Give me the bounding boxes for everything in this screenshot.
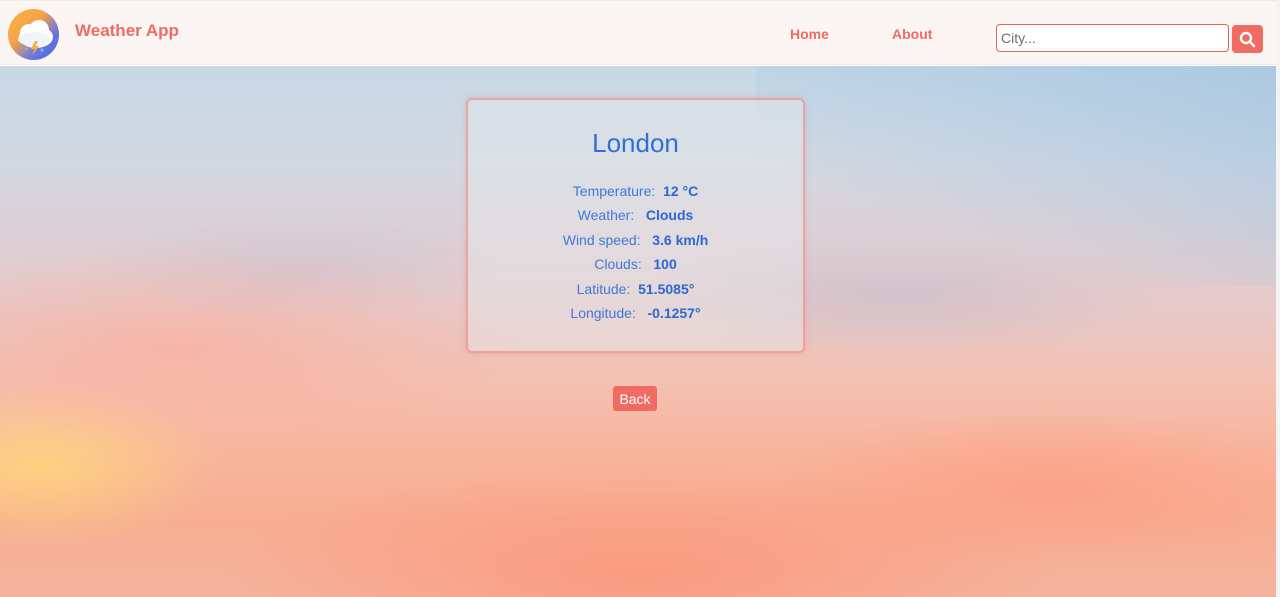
weather-row: Weather: Clouds xyxy=(468,206,803,230)
city-search-input[interactable] xyxy=(996,24,1229,52)
weather-details: Temperature: 12 °C Weather: Clouds Wind … xyxy=(468,182,803,328)
latitude-label: Latitude: xyxy=(576,280,631,297)
clouds-label: Clouds: xyxy=(594,256,642,273)
wind-speed-label: Wind speed: xyxy=(562,231,641,248)
back-button[interactable]: Back xyxy=(613,386,657,411)
navbar: Weather App Home About xyxy=(0,0,1276,65)
weather-value: Clouds xyxy=(645,207,694,224)
clouds-row: Clouds: 100 xyxy=(468,255,803,279)
temperature-row: Temperature: 12 °C xyxy=(468,182,803,206)
search-icon xyxy=(1239,31,1256,48)
window-edge xyxy=(1276,0,1280,597)
latitude-row: Latitude: 51.5085° xyxy=(468,280,803,304)
weather-label: Weather: xyxy=(577,207,635,224)
longitude-row: Longitude: -0.1257° xyxy=(468,304,803,328)
city-name: London xyxy=(592,128,679,158)
sky-tint xyxy=(756,66,1276,286)
clouds-value: 100 xyxy=(653,256,677,273)
longitude-label: Longitude: xyxy=(570,304,636,321)
latitude-value: 51.5085° xyxy=(638,280,695,297)
app-name[interactable]: Weather App xyxy=(75,21,179,41)
temperature-value: 12 °C xyxy=(663,183,699,199)
longitude-value: -0.1257° xyxy=(647,304,701,321)
search-button[interactable] xyxy=(1232,25,1263,53)
nav-home-link[interactable]: Home xyxy=(790,26,829,42)
wind-speed-value: 3.6 km/h xyxy=(652,231,709,248)
nav-about-link[interactable]: About xyxy=(892,26,932,42)
wind-speed-row: Wind speed: 3.6 km/h xyxy=(468,231,803,255)
weather-card: London Temperature: 12 °C Weather: Cloud… xyxy=(466,98,805,353)
weather-cloud-lightning-icon[interactable] xyxy=(8,9,59,60)
temperature-label: Temperature: xyxy=(572,183,656,199)
